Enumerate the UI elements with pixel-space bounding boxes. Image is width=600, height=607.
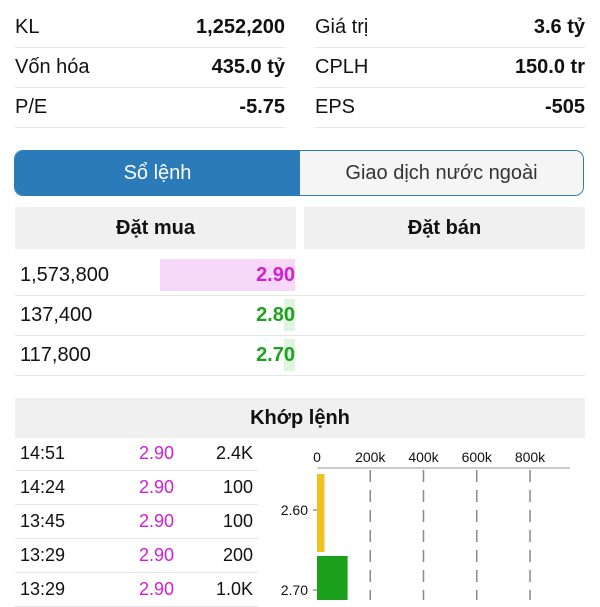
match-price: 2.90 xyxy=(139,477,175,497)
match-volume: 2.4K xyxy=(215,443,253,463)
buy-order-row[interactable]: 137,400 2.80 xyxy=(15,295,585,336)
stat-label: EPS xyxy=(315,95,356,118)
price-volume-bar xyxy=(317,474,325,552)
match-price: 2.90 xyxy=(139,545,175,565)
match-volume: 100 xyxy=(222,477,253,497)
buy-order-row[interactable]: 117,800 2.70 xyxy=(15,335,585,376)
stat-market-cap: Vốn hóa 435.0 tỷ xyxy=(15,47,285,88)
stat-label: KL xyxy=(15,15,40,38)
matched-order-row: 14:51 2.90 2.4K xyxy=(15,436,258,471)
price-volume-bar xyxy=(317,556,348,600)
tab-foreign-trading[interactable]: Giao dịch nước ngoài xyxy=(300,151,583,195)
sell-orders-header: Đặt bán xyxy=(304,207,585,249)
y-tick-label: 2.60 xyxy=(281,502,308,518)
stat-shares-outstanding: CPLH 150.0 tr xyxy=(315,47,585,88)
order-volume: 1,573,800 xyxy=(20,264,109,286)
x-tick-label: 600k xyxy=(462,449,493,465)
stat-value: -505 xyxy=(544,95,585,118)
stat-label: Giá trị xyxy=(315,15,369,38)
match-time: 13:29 xyxy=(20,545,66,565)
tab-order-book[interactable]: Sổ lệnh xyxy=(15,151,300,195)
stat-label: CPLH xyxy=(315,55,369,78)
matched-order-row: 13:29 2.90 1.0K xyxy=(15,572,258,607)
stats-row-3: P/E -5.75 EPS -505 xyxy=(0,87,600,128)
stat-label: Vốn hóa xyxy=(15,55,90,78)
stat-value: 435.0 tỷ xyxy=(211,55,285,78)
segmented-tabs: Sổ lệnh Giao dịch nước ngoài xyxy=(14,150,584,196)
volume-by-price-chart: 0 200k 400k 600k 800k 2.60 2.70 xyxy=(281,449,570,600)
buy-order-row[interactable]: 1,573,800 2.90 xyxy=(15,255,585,296)
order-price: 2.80 xyxy=(256,304,295,326)
match-time: 14:51 xyxy=(20,443,66,463)
stat-value: 3.6 tỷ xyxy=(533,15,585,38)
x-tick-label: 0 xyxy=(313,449,321,465)
match-time: 13:45 xyxy=(20,511,66,531)
buy-orders-header: Đặt mua xyxy=(15,207,296,249)
stat-pe: P/E -5.75 xyxy=(15,87,285,128)
stats-row-2: Vốn hóa 435.0 tỷ CPLH 150.0 tr xyxy=(0,47,600,88)
x-tick-label: 400k xyxy=(408,449,439,465)
order-volume: 117,800 xyxy=(20,344,91,366)
order-volume: 137,400 xyxy=(20,304,93,326)
matched-order-row: 13:45 2.90 100 xyxy=(15,504,258,539)
matched-orders-header: Khớp lệnh xyxy=(15,398,585,438)
match-price: 2.90 xyxy=(139,579,175,599)
stat-value: 1,252,200 xyxy=(196,15,285,38)
matched-order-row: 13:29 2.90 200 xyxy=(15,538,258,573)
stock-stats-panel: KL 1,252,200 Giá trị 3.6 tỷ Vốn hóa 435.… xyxy=(0,0,600,130)
stat-value: 150.0 tr xyxy=(514,55,585,78)
stat-eps: EPS -505 xyxy=(315,87,585,128)
match-price: 2.90 xyxy=(139,443,175,463)
stat-value: -5.75 xyxy=(239,95,285,118)
order-price: 2.90 xyxy=(256,264,295,286)
stat-value-traded: Giá trị 3.6 tỷ xyxy=(315,7,585,48)
match-volume: 200 xyxy=(222,545,253,565)
match-time: 14:24 xyxy=(20,477,66,497)
y-tick-label: 2.70 xyxy=(281,582,308,598)
match-volume: 1.0K xyxy=(215,579,253,599)
x-tick-label: 200k xyxy=(355,449,386,465)
stat-label: P/E xyxy=(15,95,48,118)
match-volume: 100 xyxy=(222,511,253,531)
match-price: 2.90 xyxy=(139,511,175,531)
stat-volume: KL 1,252,200 xyxy=(15,7,285,48)
x-tick-label: 800k xyxy=(515,449,546,465)
order-price: 2.70 xyxy=(256,344,295,366)
matched-order-row: 14:24 2.90 100 xyxy=(15,470,258,505)
stats-row-1: KL 1,252,200 Giá trị 3.6 tỷ xyxy=(0,7,600,48)
match-time: 13:29 xyxy=(20,579,66,599)
